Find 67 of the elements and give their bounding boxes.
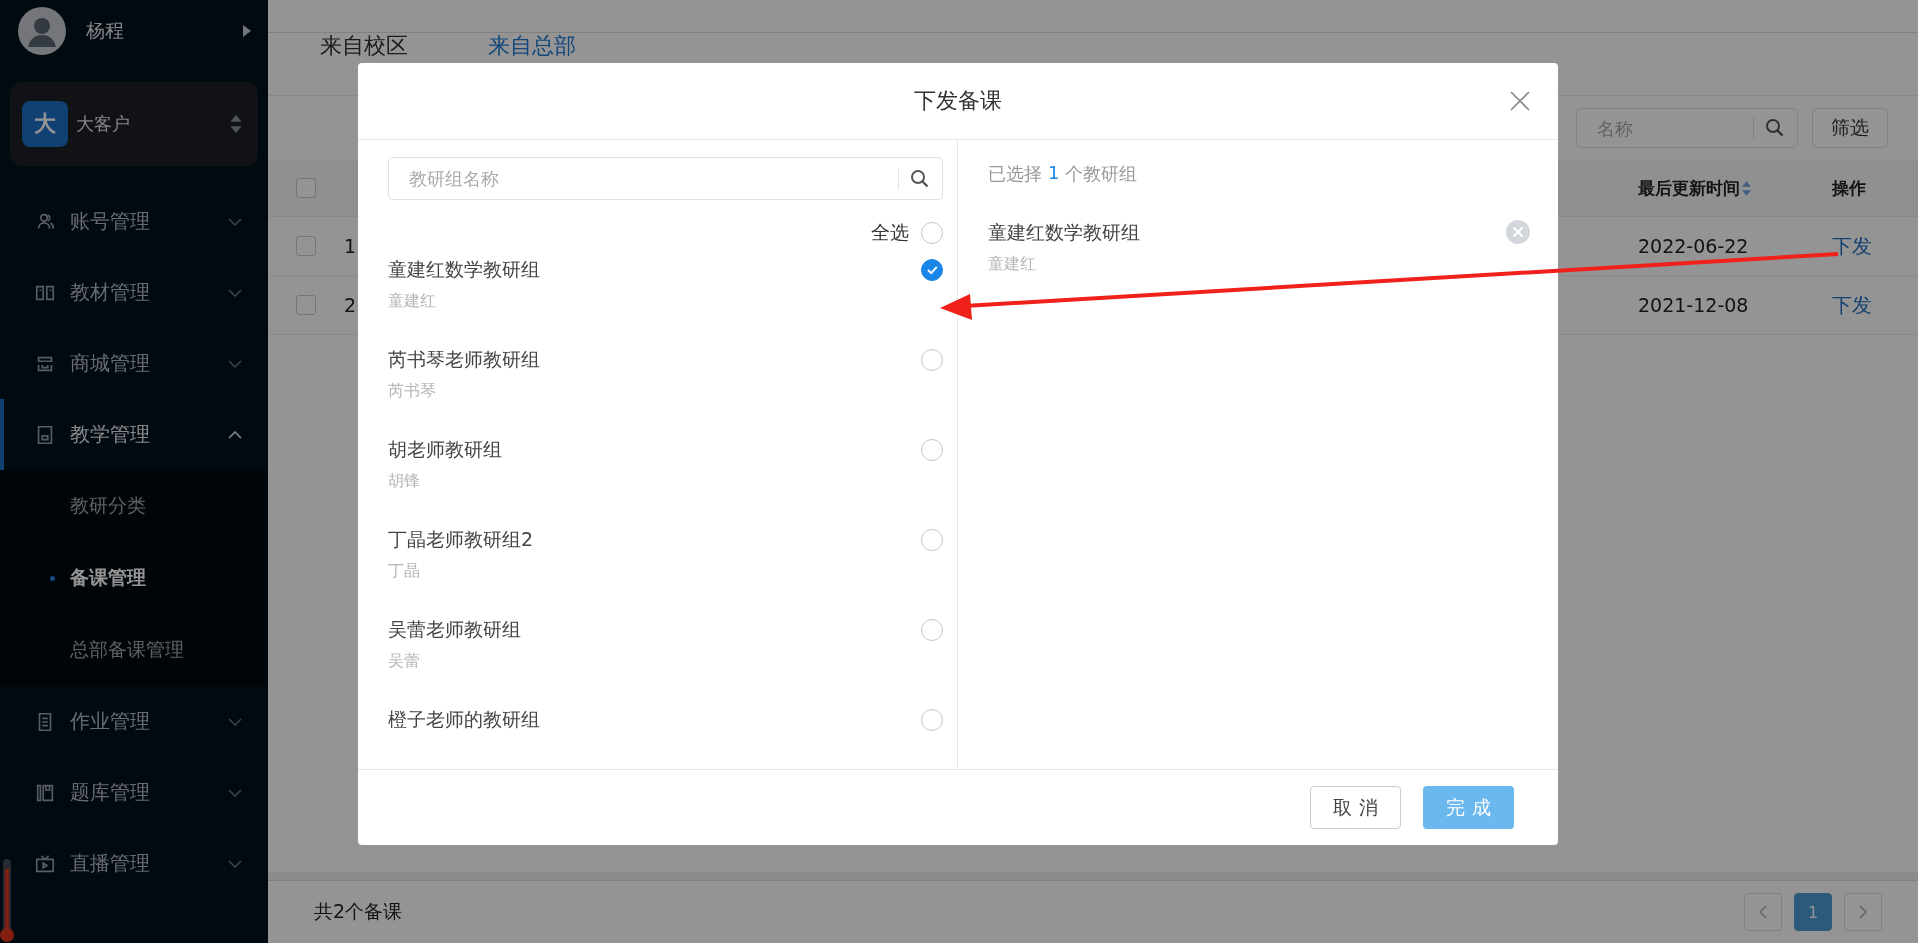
chevron-icon bbox=[228, 217, 242, 226]
menu-item[interactable]: 教材管理 bbox=[0, 257, 268, 328]
group-name: 丁晶老师教研组2 bbox=[388, 527, 535, 552]
column-header[interactable]: 最后更新时间 bbox=[1620, 176, 1832, 200]
checkbox[interactable] bbox=[296, 295, 316, 315]
dispatch-link[interactable]: 下发 bbox=[1832, 233, 1872, 258]
submenu-item[interactable]: 备课管理 bbox=[0, 542, 268, 614]
table-cell: 1 bbox=[344, 235, 357, 257]
table-cell-text: 2021-12-08 bbox=[1637, 294, 1750, 316]
chevron-icon bbox=[1759, 905, 1767, 919]
cancel-button[interactable]: 取 消 bbox=[1310, 786, 1401, 829]
menu-item[interactable]: 商城管理 bbox=[0, 328, 268, 399]
page-button[interactable]: 1 bbox=[1794, 893, 1832, 931]
previous-page-button[interactable] bbox=[1744, 893, 1782, 931]
customer-badge: 大 bbox=[22, 101, 68, 147]
chevron-icon bbox=[1859, 905, 1867, 919]
customer-switcher[interactable]: 大 大客户 bbox=[10, 82, 258, 166]
next-page-button[interactable] bbox=[1844, 893, 1882, 931]
thermometer-icon bbox=[0, 859, 14, 943]
search-icon[interactable] bbox=[1765, 118, 1785, 138]
dispatch-link[interactable]: 下发 bbox=[1832, 292, 1872, 317]
selected-count-label: 已选择 bbox=[988, 162, 1042, 186]
chevron-icon bbox=[228, 788, 242, 797]
group-name: 童建红数学教研组 bbox=[388, 257, 541, 282]
checkbox[interactable] bbox=[296, 236, 316, 256]
chevron-icon bbox=[228, 288, 242, 297]
remove-icon[interactable] bbox=[1506, 220, 1530, 244]
group-name: 橙子老师的教研组 bbox=[388, 707, 541, 732]
sort-icon bbox=[230, 115, 242, 133]
filter-button[interactable]: 筛选 bbox=[1812, 108, 1888, 148]
chevron-icon bbox=[228, 859, 242, 868]
column-header: 操作 bbox=[1832, 176, 1867, 200]
confirm-button[interactable]: 完 成 bbox=[1423, 786, 1514, 829]
menu-item[interactable]: 作业管理 bbox=[0, 686, 268, 757]
menu-item[interactable]: 题库管理 bbox=[0, 757, 268, 828]
dialog-title: 下发备课 bbox=[914, 87, 1002, 115]
table-cell-text: 2022-06-22 bbox=[1637, 235, 1750, 257]
group-name: 芮书琴老师教研组 bbox=[388, 347, 541, 372]
select-checkbox[interactable] bbox=[921, 259, 943, 281]
submenu-item[interactable]: 教研分类 bbox=[0, 470, 268, 542]
checkbox[interactable] bbox=[296, 178, 316, 198]
user-name: 杨程 bbox=[86, 18, 125, 43]
group-owner: 吴蕾 bbox=[388, 651, 421, 672]
group-owner: 童建红 bbox=[388, 291, 437, 312]
group-owner: 胡锋 bbox=[388, 471, 421, 492]
table-cell: 2 bbox=[344, 294, 357, 316]
close-icon[interactable] bbox=[1510, 91, 1530, 111]
group-owner: 芮书琴 bbox=[388, 381, 437, 402]
avatar-icon bbox=[18, 7, 66, 55]
select-all-label: 全选 bbox=[871, 220, 909, 245]
chevron-icon bbox=[228, 359, 242, 368]
selected-count-label: 个教研组 bbox=[1065, 162, 1138, 186]
sort-icon bbox=[1742, 180, 1751, 196]
total-count: 共2个备课 bbox=[314, 899, 403, 924]
search-field[interactable]: 教研组名称 bbox=[388, 157, 943, 200]
search-icon[interactable] bbox=[910, 168, 930, 189]
group-name: 胡老师教研组 bbox=[388, 437, 503, 462]
group-name: 童建红数学教研组 bbox=[988, 220, 1141, 245]
chevron-icon bbox=[228, 430, 242, 439]
group-owner: 童建红 bbox=[988, 254, 1037, 275]
group-owner: 丁晶 bbox=[388, 561, 421, 582]
submenu-item[interactable]: 总部备课管理 bbox=[0, 614, 268, 686]
group-name: 吴蕾老师教研组 bbox=[388, 617, 522, 642]
chevron-icon bbox=[228, 717, 242, 726]
caret-icon[interactable] bbox=[242, 25, 252, 37]
menu-item[interactable]: 账号管理 bbox=[0, 186, 268, 257]
selected-count: 1 bbox=[1048, 162, 1060, 185]
